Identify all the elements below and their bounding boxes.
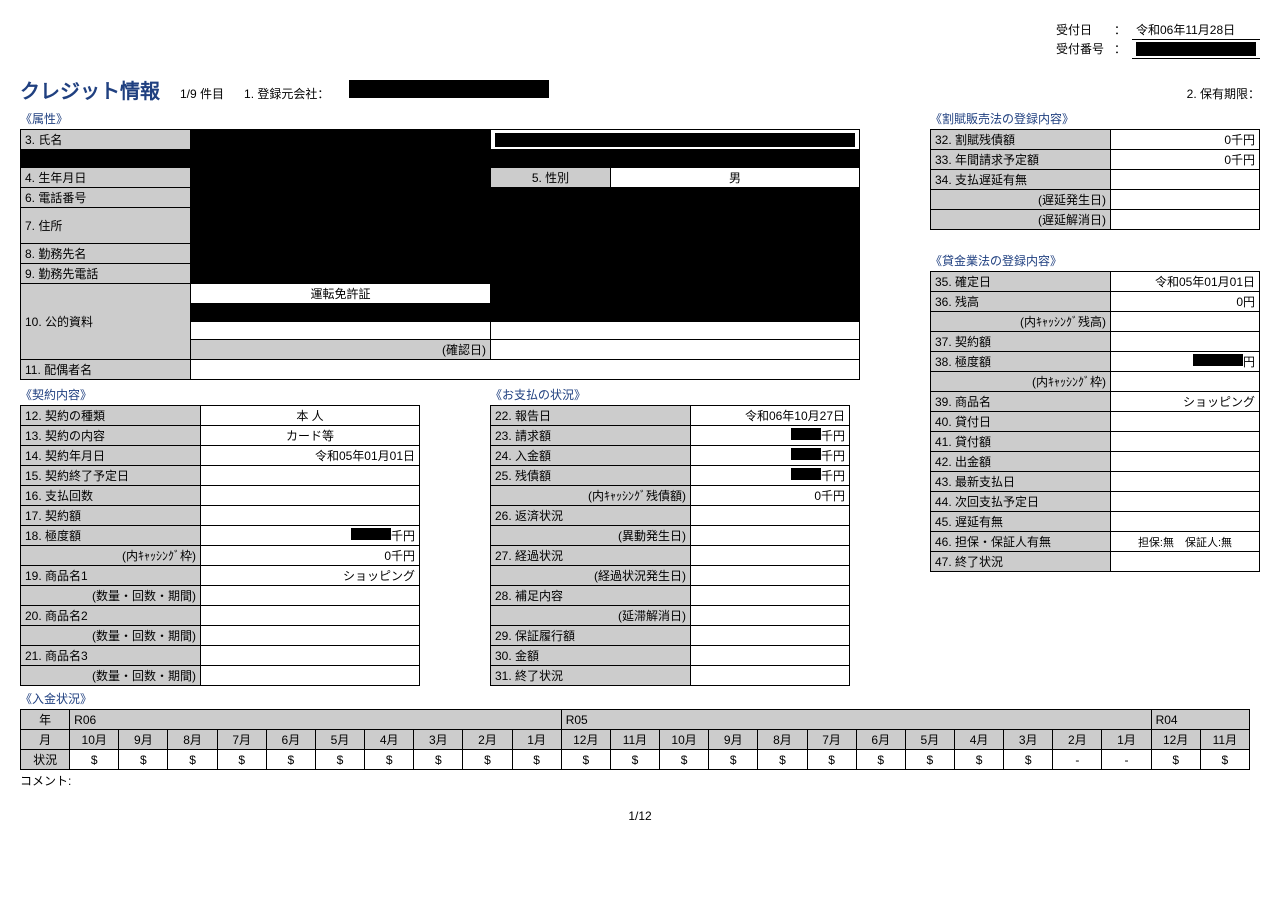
installment-table: 32. 割賦残債額0千円 33. 年間請求予定額0千円 34. 支払遅延有無 (…	[930, 129, 1260, 230]
section-attributes: 《属性》	[20, 110, 906, 127]
attributes-table: 3. 氏名 4. 生年月日 5. 性別 男 6. 電話番号 7. 住所 8. 勤…	[20, 129, 860, 380]
value-id-doc: 運転免許証	[191, 284, 491, 304]
page-number: 1/12	[20, 809, 1260, 823]
deposit-table: 年R06R05R04 月10月9月8月7月6月5月4月3月2月1月12月11月1…	[20, 709, 1250, 770]
receipt-date-label: 受付日	[1052, 20, 1108, 39]
retention-label: 2. 保有期限：	[1187, 85, 1260, 102]
contract-table: 12. 契約の種類本 人 13. 契約の内容カード等 14. 契約年月日令和05…	[20, 405, 420, 686]
colon2: ：	[1108, 39, 1132, 58]
receipt-date-value: 令和06年11月28日	[1132, 20, 1260, 39]
moneylending-table: 35. 確定日令和05年01月01日 36. 残高0円 (内ｷｬｯｼﾝｸﾞ残高)…	[930, 271, 1260, 572]
section-moneylending: 《貸金業法の登録内容》	[930, 252, 1260, 269]
comment-label: コメント:	[20, 772, 1260, 789]
record-count: 1/9 件目	[180, 85, 224, 102]
receipt-no-label: 受付番号	[1052, 39, 1108, 58]
reg-company-label: 1. 登録元会社：	[244, 85, 329, 102]
label-phone: 6. 電話番号	[21, 188, 191, 208]
section-payment: 《お支払の状況》	[490, 386, 850, 403]
label-address: 7. 住所	[21, 208, 191, 244]
colon: ：	[1108, 20, 1132, 39]
page-title: クレジット情報	[20, 75, 160, 104]
label-employer-phone: 9. 勤務先電話	[21, 264, 191, 284]
receipt-block: 受付日 ： 令和06年11月28日 受付番号 ：	[1052, 20, 1260, 59]
label-gender: 5. 性別	[491, 168, 611, 188]
payment-table: 22. 報告日令和06年10月27日 23. 請求額千円 24. 入金額千円 2…	[490, 405, 850, 686]
section-contract: 《契約内容》	[20, 386, 420, 403]
label-dob: 4. 生年月日	[21, 168, 191, 188]
label-spouse: 11. 配偶者名	[21, 360, 191, 380]
label-name: 3. 氏名	[21, 130, 191, 150]
reg-company-redacted	[349, 80, 549, 98]
label-confirm-date: (確認日)	[191, 340, 491, 360]
section-deposit: 《入金状況》	[20, 690, 1260, 707]
section-installment: 《割賦販売法の登録内容》	[930, 110, 1260, 127]
label-id-doc: 10. 公的資料	[21, 284, 191, 360]
label-employer: 8. 勤務先名	[21, 244, 191, 264]
value-gender: 男	[611, 168, 860, 188]
